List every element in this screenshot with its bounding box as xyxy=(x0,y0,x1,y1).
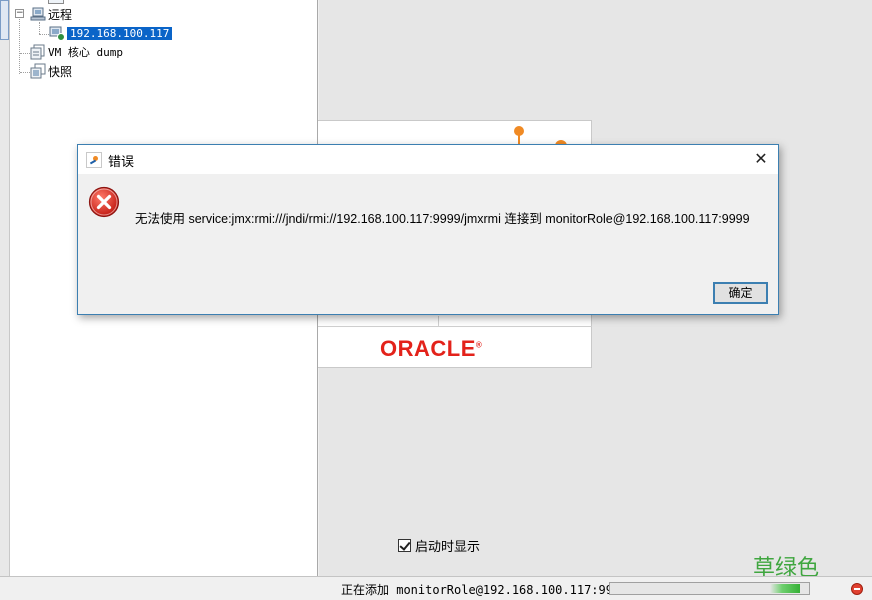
host-computer-icon xyxy=(49,25,65,41)
progress-indicator xyxy=(770,584,800,593)
tree-item-label: 远程 xyxy=(48,7,73,22)
error-message: 无法使用 service:jmx:rmi:///jndi/rmi://192.1… xyxy=(135,212,750,226)
tree-guide-line xyxy=(19,12,20,74)
tree-item-label: 192.168.100.117 xyxy=(67,26,173,40)
visualvm-app-icon xyxy=(86,152,102,168)
stop-icon[interactable] xyxy=(851,583,863,595)
tree-item-host[interactable]: 192.168.100.117 xyxy=(49,24,173,42)
tree-item-core-dump[interactable]: VM 核心 dump xyxy=(30,43,123,61)
tree-guide-line xyxy=(20,53,30,54)
logo-mark: ® xyxy=(475,340,483,350)
tree-guide-line xyxy=(20,72,30,73)
tree-item-label: 快照 xyxy=(48,64,73,79)
progress-bar xyxy=(609,582,810,595)
tree-guide-line xyxy=(39,22,40,34)
divider xyxy=(318,326,592,327)
divider xyxy=(438,316,439,326)
oracle-logo: ORACLE® xyxy=(380,336,482,362)
tree-item-snapshots[interactable]: 快照 xyxy=(30,62,72,80)
show-on-startup-option[interactable]: 启动时显示 xyxy=(398,536,480,555)
show-on-startup-label: 启动时显示 xyxy=(415,540,481,555)
error-icon xyxy=(88,186,120,218)
logo-text: ORACLE xyxy=(380,336,476,361)
close-icon[interactable]: ✕ xyxy=(750,149,772,169)
tree-guide-line xyxy=(39,34,49,35)
local-node-icon xyxy=(48,0,64,4)
status-bar: 正在添加 monitorRole@192.168.100.117:9999... xyxy=(0,576,872,600)
tree-item-remote[interactable]: 远程 xyxy=(30,5,72,23)
side-tab[interactable] xyxy=(0,0,9,40)
remote-collapse-toggle[interactable]: − xyxy=(15,9,24,18)
splash-graphic xyxy=(518,134,520,144)
show-on-startup-checkbox[interactable] xyxy=(398,539,411,552)
error-dialog: 错误 ✕ 无法使用 service:jmx:rmi:///jndi/rmi://… xyxy=(77,144,779,315)
dialog-body: 无法使用 service:jmx:rmi:///jndi/rmi://192.1… xyxy=(78,174,778,314)
status-text: 正在添加 monitorRole@192.168.100.117:9999... xyxy=(341,583,650,597)
core-dump-icon xyxy=(30,44,46,60)
dialog-title: 错误 xyxy=(108,155,135,170)
left-toolbar-strip xyxy=(0,0,10,576)
snapshot-icon xyxy=(30,63,46,79)
remote-hosts-icon xyxy=(30,6,46,22)
tree-item-label: VM 核心 dump xyxy=(48,46,123,59)
ok-button[interactable]: 确定 xyxy=(713,282,768,304)
dialog-titlebar[interactable]: 错误 ✕ xyxy=(78,145,778,174)
